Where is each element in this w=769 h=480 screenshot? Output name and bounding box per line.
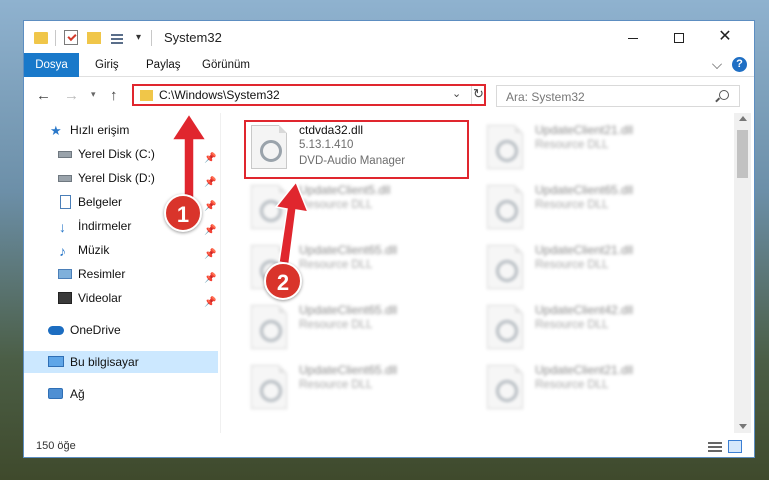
step-badge-2: 2 (264, 262, 302, 300)
annotation-arrow-2 (274, 180, 310, 265)
annotation-arrow-1 (170, 112, 208, 205)
annotation-arrows (170, 112, 310, 265)
step-badge-1: 1 (164, 194, 202, 232)
